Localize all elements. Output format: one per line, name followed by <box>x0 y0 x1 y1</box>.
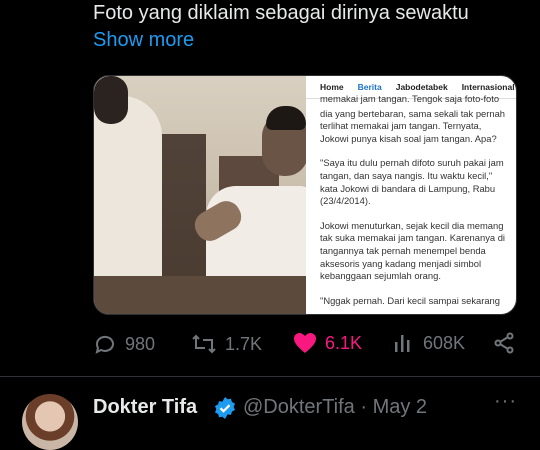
news-article-screenshot: Home Berita Jabodetabek Internasional me… <box>306 76 516 314</box>
article-body: memakai jam tangan. Tengok saja foto-fot… <box>306 93 516 307</box>
nav-item-berita: Berita <box>357 82 382 92</box>
next-post-header: Dokter Tifa @DokterTifa · May 2 ··· <box>0 388 540 450</box>
avatar[interactable] <box>22 394 78 450</box>
reply-count: 980 <box>125 333 156 354</box>
like-count: 6.1K <box>325 332 363 353</box>
repost-button[interactable]: 1.7K <box>191 332 262 356</box>
heart-icon <box>294 333 316 353</box>
reply-icon <box>95 335 114 354</box>
article-fragment-top: memakai jam tangan. Tengok saja foto-fot… <box>320 93 500 104</box>
repost-count: 1.7K <box>225 333 263 354</box>
article-paragraph: Jokowi menuturkan, sejak kecil dia meman… <box>320 219 505 282</box>
author-handle-date: @DokterTifa · May 2 <box>243 396 428 418</box>
tweet-actions: 980 1.7K 6.1K 608K <box>93 332 523 356</box>
more-options-icon[interactable]: ··· <box>494 390 517 413</box>
views-chart-icon <box>395 335 410 352</box>
nav-item-home: Home <box>320 82 344 92</box>
show-more-link[interactable]: Show more <box>93 29 194 52</box>
views-button[interactable]: 608K <box>393 332 465 354</box>
nav-item-internasional: Internasional <box>461 82 515 92</box>
article-nav: Home Berita Jabodetabek Internasional <box>306 76 516 92</box>
article-paragraph: dia yang bertebaran, sama sekali tak per… <box>320 107 506 144</box>
media-attachment[interactable]: Home Berita Jabodetabek Internasional me… <box>93 75 517 315</box>
article-paragraph: "Saya itu dulu pernah difoto suruh pakai… <box>320 157 504 207</box>
article-paragraph: "Nggak pernah. Dari kecil sampai sekaran… <box>320 294 500 306</box>
author-name[interactable]: Dokter Tifa <box>93 396 197 419</box>
post-divider <box>0 376 540 377</box>
views-count: 608K <box>423 332 466 353</box>
like-button[interactable]: 6.1K <box>293 332 362 354</box>
verified-badge-icon <box>215 397 235 419</box>
historical-photo <box>94 76 306 314</box>
share-button[interactable] <box>493 332 515 354</box>
tweet-text: Foto yang diklaim sebagai dirinya sewakt… <box>93 2 469 24</box>
reply-button[interactable]: 980 <box>93 332 155 356</box>
repost-icon <box>192 334 216 354</box>
share-icon <box>494 332 514 354</box>
nav-item-jabodetabek: Jabodetabek <box>395 82 448 92</box>
